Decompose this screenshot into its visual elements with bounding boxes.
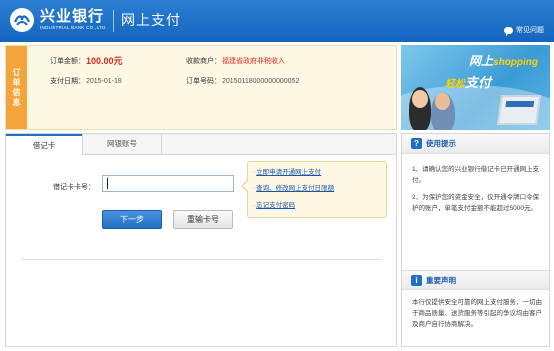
link-forgot-password[interactable]: ·忘记支付密码 — [253, 202, 295, 210]
chat-bubble-icon — [504, 26, 513, 36]
reset-card-button[interactable]: 重输卡号 — [173, 210, 233, 229]
date-label: 支付日期： — [50, 78, 85, 85]
next-step-button[interactable]: 下一步 — [102, 210, 162, 229]
header-divider — [113, 10, 114, 32]
bank-logo-icon — [10, 8, 34, 32]
order-no-value: 20150118000000000052 — [222, 78, 300, 85]
banner-subline: 轻松支付 — [445, 75, 492, 90]
notice-header: i 重要声明 — [402, 270, 549, 290]
payment-form-panel: 借记卡 网银账号 借记卡卡号： 下一步 重输卡号 ·立即申请开通网上支付 ·查询… — [5, 133, 397, 347]
bank-name: 兴业银行 — [40, 8, 105, 25]
faq-label: 常见问题 — [516, 27, 544, 34]
notice-text: 本行仅提供安全可靠的网上支付服务，一切由于商品质量、送货服务等引起的争议均由客户… — [412, 299, 542, 328]
banner-person-image — [431, 93, 455, 130]
text-cursor — [107, 178, 108, 189]
sidebar-info-panel: ? 使用提示 1、请确认您的兴业银行借记卡已开通网上支付。 2、为保护您的资金安… — [401, 133, 550, 347]
card-number-input[interactable] — [102, 175, 234, 192]
banner-person-image — [409, 87, 431, 130]
divider — [21, 259, 381, 260]
link-apply-online-payment[interactable]: ·立即申请开通网上支付 — [253, 169, 321, 177]
bank-name-en: INDUSTRIAL BANK CO.,LTD. — [40, 25, 108, 30]
bank-logo: 兴业银行 INDUSTRIAL BANK CO.,LTD. — [10, 8, 107, 32]
page-title: 网上支付 — [121, 12, 181, 28]
order-no-label: 订单号码： — [186, 78, 221, 85]
info-icon: i — [411, 275, 422, 286]
question-icon: ? — [411, 138, 422, 149]
merchant-value: 福建省政府非税收入 — [222, 58, 285, 65]
merchant-label: 收款商户： — [186, 58, 221, 65]
amount-value: 100.00元 — [86, 56, 123, 66]
header-bar: 兴业银行 INDUSTRIAL BANK CO.,LTD. 网上支付 常见问题 — [0, 0, 554, 42]
tab-online-banking-account[interactable]: 网银账号 — [82, 134, 162, 155]
date-value: 2015-01-18 — [86, 78, 122, 85]
link-modify-daily-limit[interactable]: ·查询、修改网上支付日限额 — [253, 185, 334, 193]
usage-tips-title: 使用提示 — [426, 139, 456, 148]
card-number-label: 借记卡卡号： — [53, 184, 95, 191]
banner-headline: 网上shopping — [469, 54, 539, 68]
order-info-label: 订单信息 — [6, 46, 27, 129]
banner-laptop-image — [496, 95, 542, 125]
amount-label: 订单金额： — [50, 58, 85, 65]
promo-banner: 网上shopping 轻松支付 — [401, 45, 550, 130]
order-info-panel: 订单信息 订单金额： 100.00元 收款商户： 福建省政府非税收入 支付日期：… — [5, 45, 397, 130]
usage-tip-1: 1、请确认您的兴业银行借记卡已开通网上支付。 — [412, 166, 540, 184]
usage-tips-header: ? 使用提示 — [402, 134, 549, 154]
help-links-callout: ·立即申请开通网上支付 ·查询、修改网上支付日限额 ·忘记支付密码 — [241, 161, 387, 218]
payment-tabs: 借记卡 网银账号 — [6, 134, 396, 156]
faq-link[interactable]: 常见问题 — [504, 25, 544, 36]
tab-debit-card[interactable]: 借记卡 — [6, 134, 82, 156]
notice-title: 重要声明 — [426, 276, 456, 285]
usage-tip-2: 2、为保护您的资金安全，仅开通令牌口令保护的账户，单笔支付金额不能超过5000元… — [412, 194, 540, 212]
